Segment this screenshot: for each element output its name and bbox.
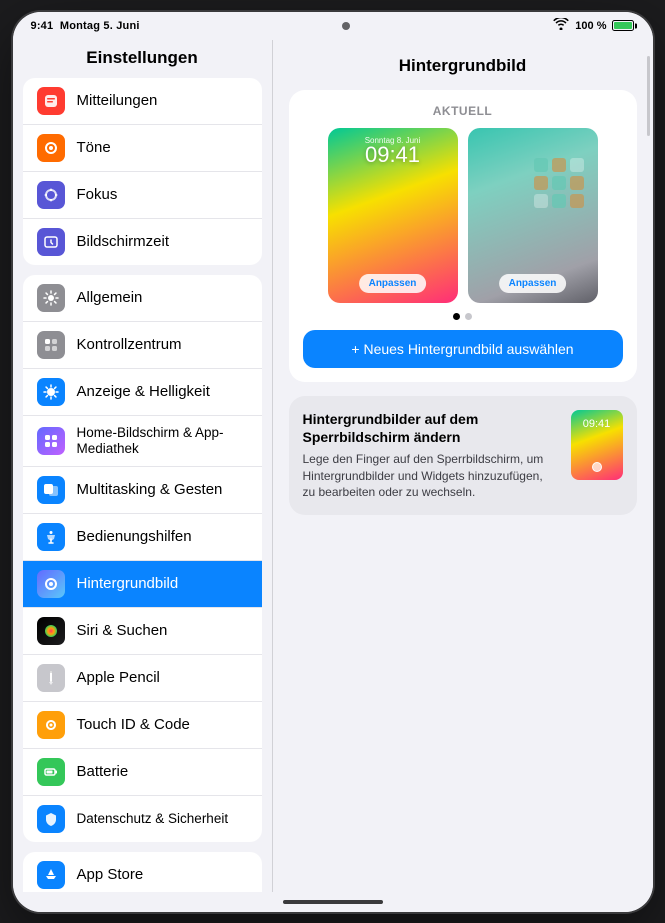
kontrollzentrum-icon — [37, 331, 65, 359]
bildschirmzeit-icon — [37, 228, 65, 256]
page-dots — [303, 313, 623, 320]
allgemein-label: Allgemein — [77, 289, 143, 307]
anpassen-btn-1[interactable]: Anpassen — [359, 274, 427, 293]
bedienungshilfen-icon — [37, 523, 65, 551]
sidebar-item-multitasking[interactable]: Multitasking & Gesten — [23, 467, 262, 514]
sidebar-item-touch-id[interactable]: Touch ID & Code — [23, 702, 262, 749]
sidebar-item-toene[interactable]: Töne — [23, 125, 262, 172]
multitasking-label: Multitasking & Gesten — [77, 481, 223, 499]
apple-pencil-icon — [37, 664, 65, 692]
scrollbar[interactable] — [647, 56, 650, 136]
anzeige-label: Anzeige & Helligkeit — [77, 383, 210, 401]
sidebar-section-1: Mitteilungen Töne Fokus — [23, 78, 262, 265]
hintergrundbild-label: Hintergrundbild — [77, 575, 179, 593]
status-right: 100 % — [553, 18, 634, 33]
battery-indicator — [612, 20, 634, 31]
kontrollzentrum-label: Kontrollzentrum — [77, 336, 182, 354]
grid-item — [570, 194, 584, 208]
battery-label: 100 % — [575, 20, 606, 32]
wp-app-grid — [534, 158, 584, 208]
grid-item — [552, 158, 566, 172]
toene-label: Töne — [77, 139, 111, 157]
anzeige-icon — [37, 378, 65, 406]
wifi-icon — [553, 18, 569, 33]
sperr-text-container: Hintergrundbilder auf dem Sperrbildschir… — [303, 410, 559, 502]
wallpaper-homescreen-preview[interactable]: Anpassen — [468, 128, 598, 303]
mitteilungen-icon — [37, 87, 65, 115]
fokus-label: Fokus — [77, 186, 118, 204]
datenschutz-label: Datenschutz & Sicherheit — [77, 811, 229, 827]
grid-item — [534, 176, 548, 190]
dot-2 — [465, 313, 472, 320]
sidebar-item-bildschirmzeit[interactable]: Bildschirmzeit — [23, 219, 262, 265]
sidebar-item-home-bildschirm[interactable]: Home-Bildschirm & App-Mediathek — [23, 416, 262, 467]
touch-id-label: Touch ID & Code — [77, 716, 190, 734]
siri-label: Siri & Suchen — [77, 622, 168, 640]
status-center-dot — [342, 22, 350, 30]
home-bildschirm-label: Home-Bildschirm & App-Mediathek — [77, 425, 248, 457]
sperr-preview-thumbnail: 09:41 — [571, 410, 623, 480]
sidebar: Einstellungen Mitteilungen Töne — [13, 40, 273, 892]
ipad-frame: 9:41 Montag 5. Juni 100 % Einstellungen — [13, 12, 653, 912]
app-store-label: App Store — [77, 866, 144, 884]
sidebar-item-allgemein[interactable]: Allgemein — [23, 275, 262, 322]
grid-item — [534, 158, 548, 172]
sidebar-item-hintergrundbild[interactable]: Hintergrundbild — [23, 561, 262, 608]
sidebar-item-fokus[interactable]: Fokus — [23, 172, 262, 219]
sperr-preview-time: 09:41 — [571, 418, 623, 430]
sidebar-item-siri[interactable]: Siri & Suchen — [23, 608, 262, 655]
bedienungshilfen-label: Bedienungshilfen — [77, 528, 192, 546]
sidebar-item-datenschutz[interactable]: Datenschutz & Sicherheit — [23, 796, 262, 842]
batterie-label: Batterie — [77, 763, 129, 781]
sperr-preview-dot — [592, 462, 602, 472]
hintergrundbild-icon — [37, 570, 65, 598]
sidebar-item-apple-pencil[interactable]: Apple Pencil — [23, 655, 262, 702]
wallpaper-previews: Sonntag 8. Juni 09:41 Anpassen — [303, 128, 623, 303]
mitteilungen-label: Mitteilungen — [77, 92, 158, 110]
grid-item — [552, 176, 566, 190]
status-bar: 9:41 Montag 5. Juni 100 % — [13, 12, 653, 40]
multitasking-icon — [37, 476, 65, 504]
app-store-icon — [37, 861, 65, 889]
touch-id-icon — [37, 711, 65, 739]
sidebar-item-app-store[interactable]: App Store — [23, 852, 262, 892]
sperrbildschirm-card[interactable]: Hintergrundbilder auf dem Sperrbildschir… — [289, 396, 637, 516]
sidebar-item-batterie[interactable]: Batterie — [23, 749, 262, 796]
wallpaper-card: AKTUELL Sonntag 8. Juni 09:41 Anpassen — [289, 90, 637, 382]
content-area: Hintergrundbild AKTUELL Sonntag 8. Juni … — [273, 40, 653, 892]
grid-item — [570, 176, 584, 190]
fokus-icon — [37, 181, 65, 209]
sidebar-section-3: App Store Wallet & Apple Pay — [23, 852, 262, 892]
toene-icon — [37, 134, 65, 162]
aktuell-label: AKTUELL — [303, 104, 623, 118]
sperr-title: Hintergrundbilder auf dem Sperrbildschir… — [303, 410, 559, 446]
sperr-desc: Lege den Finger auf den Sperrbildschirm,… — [303, 451, 559, 501]
main-area: Einstellungen Mitteilungen Töne — [13, 40, 653, 892]
sidebar-item-anzeige[interactable]: Anzeige & Helligkeit — [23, 369, 262, 416]
status-time-date: 9:41 Montag 5. Juni — [31, 20, 140, 32]
new-wallpaper-button[interactable]: + Neues Hintergrundbild auswählen — [303, 330, 623, 368]
grid-item — [552, 194, 566, 208]
grid-item — [534, 194, 548, 208]
bildschirmzeit-label: Bildschirmzeit — [77, 233, 170, 251]
sidebar-item-kontrollzentrum[interactable]: Kontrollzentrum — [23, 322, 262, 369]
sidebar-section-2: Allgemein Kontrollzentrum Anzeige & Hell… — [23, 275, 262, 842]
wp-preview-time: 09:41 — [328, 142, 458, 168]
datenschutz-icon — [37, 805, 65, 833]
allgemein-icon — [37, 284, 65, 312]
wallpaper-lockscreen-preview[interactable]: Sonntag 8. Juni 09:41 Anpassen — [328, 128, 458, 303]
anpassen-btn-2[interactable]: Anpassen — [499, 274, 567, 293]
sidebar-item-bedienungshilfen[interactable]: Bedienungshilfen — [23, 514, 262, 561]
sidebar-item-mitteilungen[interactable]: Mitteilungen — [23, 78, 262, 125]
siri-icon — [37, 617, 65, 645]
sidebar-title: Einstellungen — [13, 40, 272, 78]
home-indicator[interactable] — [283, 900, 383, 904]
home-bildschirm-icon — [37, 427, 65, 455]
dot-1 — [453, 313, 460, 320]
batterie-icon — [37, 758, 65, 786]
apple-pencil-label: Apple Pencil — [77, 669, 160, 687]
content-title: Hintergrundbild — [289, 56, 637, 76]
grid-item — [570, 158, 584, 172]
bottom-bar — [13, 892, 653, 912]
